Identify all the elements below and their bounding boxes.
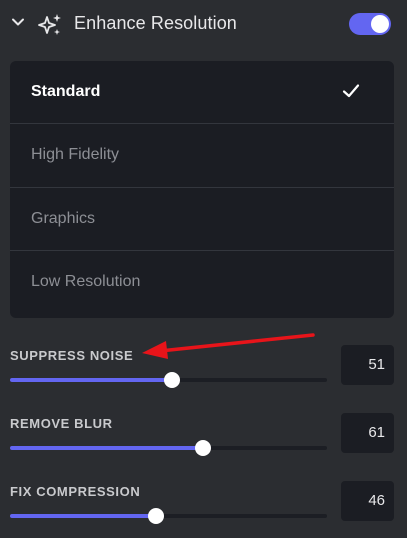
slider-track[interactable] [10,372,327,388]
slider-label: SUPPRESS NOISE [10,348,134,363]
option-low-resolution[interactable]: Low Resolution [10,251,394,318]
slider-track[interactable] [10,440,327,456]
slider-track[interactable] [10,508,327,524]
check-icon [342,84,360,98]
option-label: High Fidelity [31,146,120,163]
resolution-mode-list: Standard High Fidelity Graphics Low Reso… [10,61,394,318]
option-standard[interactable]: Standard [10,61,394,124]
option-label: Low Resolution [31,273,141,290]
suppress-noise-value-input[interactable]: 51 [341,345,394,385]
chevron-down-icon[interactable] [11,15,25,29]
remove-blur-value-input[interactable]: 61 [341,413,394,453]
section-header[interactable]: Enhance Resolution [0,0,407,48]
option-label: Graphics [31,210,96,227]
enhance-toggle[interactable] [349,13,391,35]
option-high-fidelity[interactable]: High Fidelity [10,124,394,188]
option-graphics[interactable]: Graphics [10,188,394,251]
fix-compression-value-input[interactable]: 46 [341,481,394,521]
slider-label: REMOVE BLUR [10,416,113,431]
slider-fill [10,446,204,450]
toggle-knob [371,15,389,33]
section-title: Enhance Resolution [74,13,237,33]
enhance-resolution-panel: Enhance Resolution Standard High Fidelit… [0,0,407,538]
slider-thumb[interactable] [147,508,164,524]
slider-thumb[interactable] [163,372,180,388]
sparkles-icon [38,14,61,35]
option-label: Standard [31,83,101,100]
slider-label: FIX COMPRESSION [10,484,141,499]
slider-thumb[interactable] [195,440,212,456]
slider-fill [10,514,156,518]
slider-fill [10,378,172,382]
